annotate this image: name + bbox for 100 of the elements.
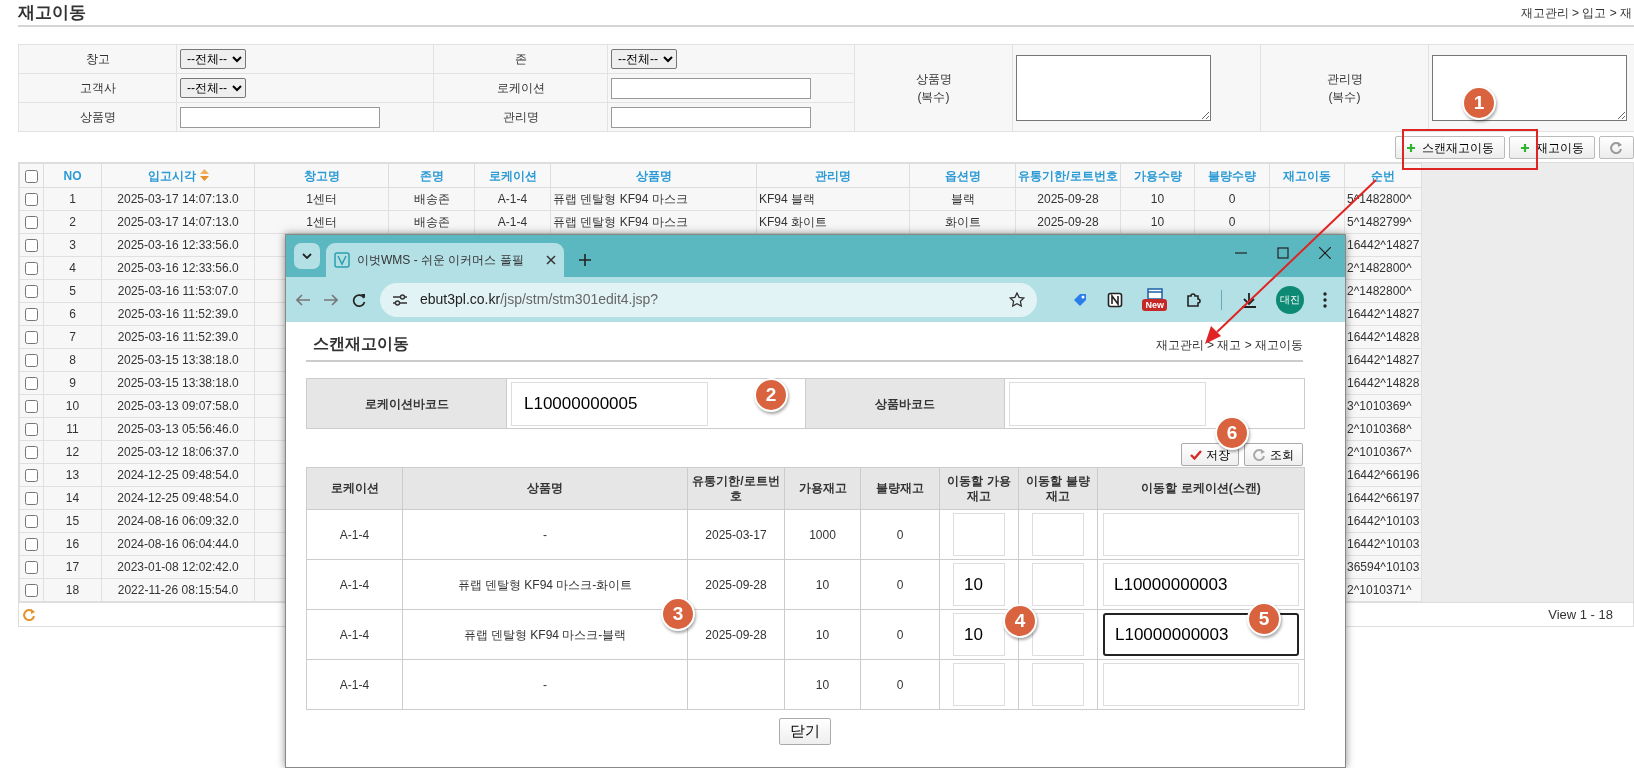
table-cell: 0: [896, 577, 904, 592]
table-cell: 퓨랩 덴탈형 KF94 마스크: [553, 192, 688, 206]
url-text: ebut3pl.co.kr/jsp/stm/stm301edit4.jsp?: [420, 290, 660, 309]
filter-label: 관리명 (복수): [1326, 71, 1363, 106]
browser-tab[interactable]: 이벗WMS - 쉬운 이커머스 풀필: [326, 243, 564, 277]
quantity-field[interactable]: 10: [953, 613, 1005, 656]
row-checkbox[interactable]: [25, 262, 38, 276]
quantity-field[interactable]: [1032, 513, 1084, 556]
row-checkbox[interactable]: [25, 193, 38, 207]
table-cell: 2025-03-17: [705, 527, 767, 542]
text-field[interactable]: [180, 106, 380, 128]
multi-line-field[interactable]: [1432, 55, 1627, 121]
table-cell: 2024-08-16 06:04:44.0: [117, 537, 239, 551]
row-checkbox[interactable]: [25, 216, 38, 230]
plus-icon: [1406, 142, 1416, 153]
refresh-icon: [1253, 448, 1266, 461]
table-cell: 16442^14827: [1347, 238, 1420, 252]
action-button[interactable]: 스캔재고이동: [1395, 136, 1505, 159]
close-button[interactable]: 닫기: [778, 718, 831, 745]
puzzle-icon[interactable]: [1186, 291, 1202, 308]
table-cell: A-1-4: [497, 192, 528, 206]
table-cell: 2025-03-16 12:33:56.0: [117, 238, 239, 252]
quantity-field[interactable]: 10: [953, 563, 1005, 606]
multi-line-field[interactable]: [1016, 55, 1211, 121]
popup-title: 스캔재고이동: [313, 334, 409, 354]
table-cell: 5^1482799^: [1347, 215, 1412, 229]
address-bar[interactable]: ebut3pl.co.kr/jsp/stm/stm301edit4.jsp?: [380, 282, 1037, 317]
table-cell: 5: [69, 284, 76, 298]
table-cell: 16442^14827: [1347, 353, 1420, 367]
refresh-button[interactable]: [1599, 136, 1634, 159]
table-cell: A-1-4: [339, 677, 370, 692]
tag-icon[interactable]: [1072, 291, 1089, 308]
table-cell: 2025-03-13 09:07:58.0: [117, 399, 239, 413]
tab-list-button[interactable]: [294, 243, 320, 269]
filter-label: 상품명: [79, 110, 116, 124]
close-icon[interactable]: [1319, 247, 1331, 259]
table-cell: 1센터: [306, 215, 337, 229]
download-icon[interactable]: [1241, 291, 1257, 308]
close-icon[interactable]: [546, 255, 556, 265]
row-checkbox[interactable]: [25, 239, 38, 253]
text-field[interactable]: [611, 77, 811, 99]
row-checkbox[interactable]: [25, 469, 38, 483]
row-checkbox[interactable]: [25, 377, 38, 391]
table-cell: 16442^14827: [1347, 307, 1420, 321]
table-cell: 8: [69, 353, 76, 367]
quantity-field[interactable]: [1032, 663, 1084, 706]
row-checkbox[interactable]: [25, 331, 38, 345]
search-button[interactable]: 조회: [1244, 443, 1303, 466]
quantity-field[interactable]: [953, 663, 1005, 706]
table-cell: 2^1010367^: [1347, 445, 1412, 459]
row-checkbox[interactable]: [25, 354, 38, 368]
column-header: 상품명: [527, 481, 563, 495]
quantity-field[interactable]: [953, 513, 1005, 556]
back-arrow-icon[interactable]: [296, 293, 310, 306]
table-cell: 10: [815, 627, 830, 642]
row-checkbox[interactable]: [25, 584, 38, 598]
table-cell: A-1-4: [339, 527, 370, 542]
dropdown[interactable]: --전체--: [180, 78, 246, 98]
location-field[interactable]: [1103, 513, 1299, 556]
table-cell: 퓨랩 덴탈형 KF94 마스크-화이트: [457, 577, 633, 592]
row-checkbox[interactable]: [25, 423, 38, 437]
row-checkbox[interactable]: [25, 538, 38, 552]
square-logo-icon[interactable]: [1107, 291, 1124, 308]
forward-arrow-icon[interactable]: [324, 293, 338, 306]
save-button[interactable]: 저장: [1181, 443, 1239, 466]
quantity-field[interactable]: [1032, 563, 1084, 606]
row-checkbox[interactable]: [25, 515, 38, 529]
dropdown[interactable]: --전체--: [611, 49, 677, 69]
table-cell: 17: [65, 560, 80, 574]
row-checkbox[interactable]: [25, 561, 38, 575]
row-checkbox[interactable]: [25, 285, 38, 299]
table-cell: 10: [815, 677, 830, 692]
table-cell: 2: [69, 215, 76, 229]
text-field[interactable]: [611, 106, 811, 128]
table-cell: 16442^14828: [1347, 376, 1420, 390]
column-header: 불량재고: [876, 481, 924, 495]
row-checkbox[interactable]: [25, 400, 38, 414]
quantity-field[interactable]: [1032, 613, 1084, 656]
table-cell: KF94 화이트: [759, 215, 827, 229]
profile-avatar[interactable]: 대진: [1276, 285, 1304, 314]
reload-icon[interactable]: [352, 292, 366, 307]
site-settings-icon[interactable]: [392, 292, 408, 307]
location-field[interactable]: L10000000003: [1103, 563, 1299, 606]
action-button[interactable]: 재고이동: [1509, 136, 1595, 159]
more-icon[interactable]: [1323, 291, 1327, 308]
row-checkbox[interactable]: [25, 492, 38, 506]
table-cell: 2025-03-16 11:53:07.0: [117, 284, 239, 298]
row-checkbox[interactable]: [25, 446, 38, 460]
barcode-field[interactable]: L10000000005: [511, 381, 708, 426]
location-field[interactable]: [1103, 663, 1299, 706]
select-all-checkbox[interactable]: [25, 169, 38, 183]
field-label: 로케이션바코드: [364, 396, 449, 411]
dropdown[interactable]: --전체--: [180, 49, 246, 69]
row-checkbox[interactable]: [25, 308, 38, 322]
pager-info: View 1 - 18: [1548, 605, 1614, 624]
star-icon[interactable]: [1009, 291, 1025, 308]
breadcrumb: 재고관리 > 입고 > 재: [1520, 4, 1633, 22]
maximize-icon[interactable]: [1277, 247, 1289, 259]
barcode-field[interactable]: [1009, 381, 1206, 426]
new-tab-icon[interactable]: [578, 253, 592, 267]
